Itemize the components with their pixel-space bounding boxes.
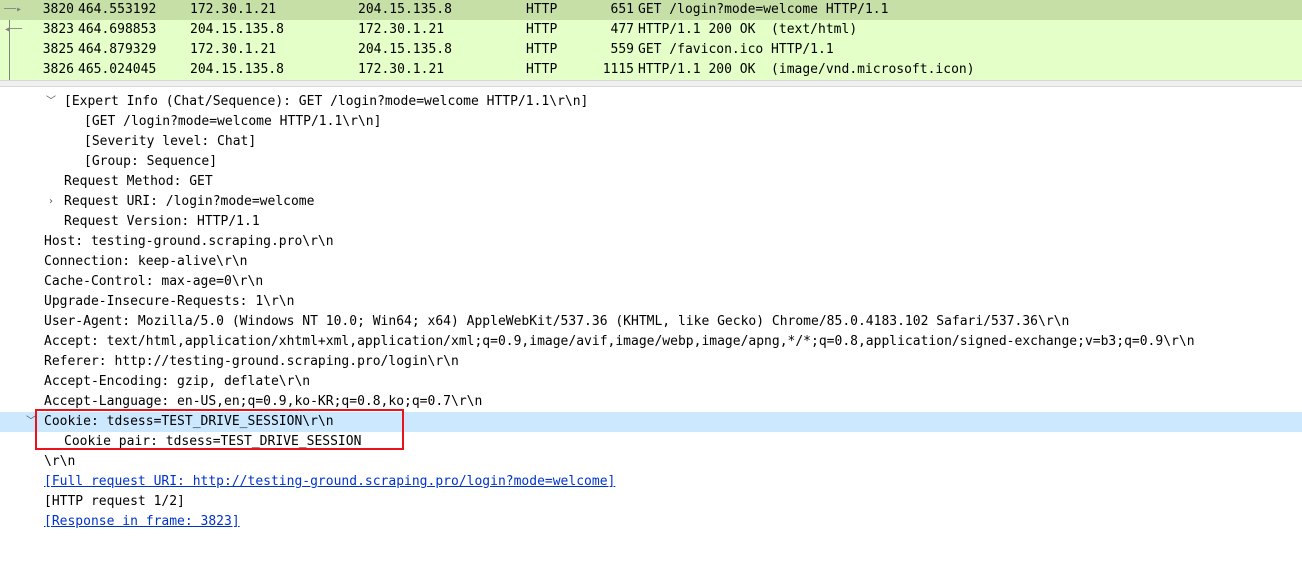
tree-row-cache-control[interactable]: Cache-Control: max-age=0\r\n bbox=[0, 272, 1302, 292]
referer-header: Referer: http://testing-ground.scraping.… bbox=[44, 354, 459, 369]
tree-row-expert-get[interactable]: [GET /login?mode=welcome HTTP/1.1\r\n] bbox=[0, 112, 1302, 132]
packet-destination: 204.15.135.8 bbox=[358, 42, 452, 57]
packet-time: 464.698853 bbox=[78, 22, 157, 37]
packet-protocol: HTTP bbox=[526, 22, 558, 37]
tree-row-accept[interactable]: Accept: text/html,application/xhtml+xml,… bbox=[0, 332, 1302, 352]
tree-row-response-in[interactable]: [Response in frame: 3823] bbox=[0, 512, 1302, 532]
accept-header: Accept: text/html,application/xhtml+xml,… bbox=[44, 334, 1195, 349]
packet-length: 477 bbox=[610, 22, 634, 37]
user-agent-header: User-Agent: Mozilla/5.0 (Windows NT 10.0… bbox=[44, 314, 1070, 329]
cache-control-header: Cache-Control: max-age=0\r\n bbox=[44, 274, 264, 289]
accept-language-header: Accept-Language: en-US,en;q=0.9,ko-KR;q=… bbox=[44, 394, 483, 409]
packet-row-3826[interactable]: 3826 465.024045 204.15.135.8 172.30.1.21… bbox=[0, 60, 1302, 80]
full-request-uri-link[interactable]: [Full request URI: http://testing-ground… bbox=[44, 472, 615, 492]
packet-row-3820[interactable]: ──▸ 3820 464.553192 172.30.1.21 204.15.1… bbox=[0, 0, 1302, 20]
packet-destination: 204.15.135.8 bbox=[358, 2, 452, 17]
tree-row-expert-info[interactable]: ﹀ [Expert Info (Chat/Sequence): GET /log… bbox=[0, 92, 1302, 112]
packet-source: 172.30.1.21 bbox=[190, 2, 277, 17]
tree-row-referer[interactable]: Referer: http://testing-ground.scraping.… bbox=[0, 352, 1302, 372]
packet-row-3823[interactable]: ◂── 3823 464.698853 204.15.135.8 172.30.… bbox=[0, 20, 1302, 40]
packet-row-3825[interactable]: 3825 464.879329 172.30.1.21 204.15.135.8… bbox=[0, 40, 1302, 60]
packet-destination: 172.30.1.21 bbox=[358, 22, 445, 37]
packet-time: 465.024045 bbox=[78, 62, 157, 77]
tree-row-http-request[interactable]: [HTTP request 1/2] bbox=[0, 492, 1302, 512]
packet-info: HTTP/1.1 200 OK (text/html) bbox=[638, 22, 858, 37]
packet-info: HTTP/1.1 200 OK (image/vnd.microsoft.ico… bbox=[638, 62, 975, 77]
cookie-pair-label: Cookie pair: tdsess=TEST_DRIVE_SESSION bbox=[64, 434, 362, 449]
packet-protocol: HTTP bbox=[526, 62, 558, 77]
connection-header: Connection: keep-alive\r\n bbox=[44, 254, 248, 269]
tree-row-severity[interactable]: [Severity level: Chat] bbox=[0, 132, 1302, 152]
packet-info: GET /login?mode=welcome HTTP/1.1 bbox=[638, 2, 889, 17]
chevron-right-icon[interactable]: › bbox=[45, 192, 57, 212]
tree-row-host[interactable]: Host: testing-ground.scraping.pro\r\n bbox=[0, 232, 1302, 252]
request-version-label: Request Version: HTTP/1.1 bbox=[64, 214, 260, 229]
request-uri-label: Request URI: /login?mode=welcome bbox=[64, 194, 315, 209]
tree-row-group[interactable]: [Group: Sequence] bbox=[0, 152, 1302, 172]
group-label: [Group: Sequence] bbox=[84, 154, 218, 169]
http-request-label: [HTTP request 1/2] bbox=[44, 494, 185, 509]
packet-info: GET /favicon.ico HTTP/1.1 bbox=[638, 42, 834, 57]
tree-row-connection[interactable]: Connection: keep-alive\r\n bbox=[0, 252, 1302, 272]
packet-length: 559 bbox=[610, 42, 634, 57]
tree-row-user-agent[interactable]: User-Agent: Mozilla/5.0 (Windows NT 10.0… bbox=[0, 312, 1302, 332]
tree-row-cookie-pair[interactable]: Cookie pair: tdsess=TEST_DRIVE_SESSION bbox=[0, 432, 1302, 452]
tree-row-cookie[interactable]: ﹀ Cookie: tdsess=TEST_DRIVE_SESSION\r\n bbox=[0, 412, 1302, 432]
packet-number: 3825 bbox=[42, 42, 74, 57]
expert-info-label: [Expert Info (Chat/Sequence): GET /login… bbox=[64, 94, 589, 109]
packet-number: 3823 bbox=[42, 22, 74, 37]
packet-number: 3826 bbox=[42, 62, 74, 77]
tree-row-upgrade[interactable]: Upgrade-Insecure-Requests: 1\r\n bbox=[0, 292, 1302, 312]
packet-destination: 172.30.1.21 bbox=[358, 62, 445, 77]
packet-time: 464.553192 bbox=[78, 2, 157, 17]
upgrade-header: Upgrade-Insecure-Requests: 1\r\n bbox=[44, 294, 295, 309]
chevron-down-icon[interactable]: ﹀ bbox=[25, 412, 37, 432]
pane-splitter[interactable] bbox=[0, 80, 1302, 87]
tree-row-accept-encoding[interactable]: Accept-Encoding: gzip, deflate\r\n bbox=[0, 372, 1302, 392]
accept-encoding-header: Accept-Encoding: gzip, deflate\r\n bbox=[44, 374, 311, 389]
packet-details-tree: ﹀ [Expert Info (Chat/Sequence): GET /log… bbox=[0, 92, 1302, 532]
chevron-down-icon[interactable]: ﹀ bbox=[45, 92, 57, 112]
tree-row-full-uri[interactable]: [Full request URI: http://testing-ground… bbox=[0, 472, 1302, 492]
packet-time: 464.879329 bbox=[78, 42, 157, 57]
packet-protocol: HTTP bbox=[526, 2, 558, 17]
response-in-frame-link[interactable]: [Response in frame: 3823] bbox=[44, 512, 240, 532]
packet-number: 3820 bbox=[42, 2, 74, 17]
packet-list: ──▸ 3820 464.553192 172.30.1.21 204.15.1… bbox=[0, 0, 1302, 80]
packet-length: 1115 bbox=[602, 62, 634, 77]
tree-row-crlf[interactable]: \r\n bbox=[0, 452, 1302, 472]
packet-length: 651 bbox=[610, 2, 634, 17]
host-header: Host: testing-ground.scraping.pro\r\n bbox=[44, 234, 334, 249]
packet-source: 172.30.1.21 bbox=[190, 42, 277, 57]
tree-row-accept-language[interactable]: Accept-Language: en-US,en;q=0.9,ko-KR;q=… bbox=[0, 392, 1302, 412]
packet-source: 204.15.135.8 bbox=[190, 22, 284, 37]
tree-row-request-version[interactable]: Request Version: HTTP/1.1 bbox=[0, 212, 1302, 232]
tree-row-request-method[interactable]: Request Method: GET bbox=[0, 172, 1302, 192]
request-method-label: Request Method: GET bbox=[64, 174, 213, 189]
cookie-header: Cookie: tdsess=TEST_DRIVE_SESSION\r\n bbox=[44, 414, 334, 429]
crlf-label: \r\n bbox=[44, 454, 76, 469]
severity-label: [Severity level: Chat] bbox=[84, 134, 257, 149]
tree-row-request-uri[interactable]: › Request URI: /login?mode=welcome bbox=[0, 192, 1302, 212]
expert-get-label: [GET /login?mode=welcome HTTP/1.1\r\n] bbox=[84, 114, 382, 129]
packet-source: 204.15.135.8 bbox=[190, 62, 284, 77]
packet-protocol: HTTP bbox=[526, 42, 558, 57]
